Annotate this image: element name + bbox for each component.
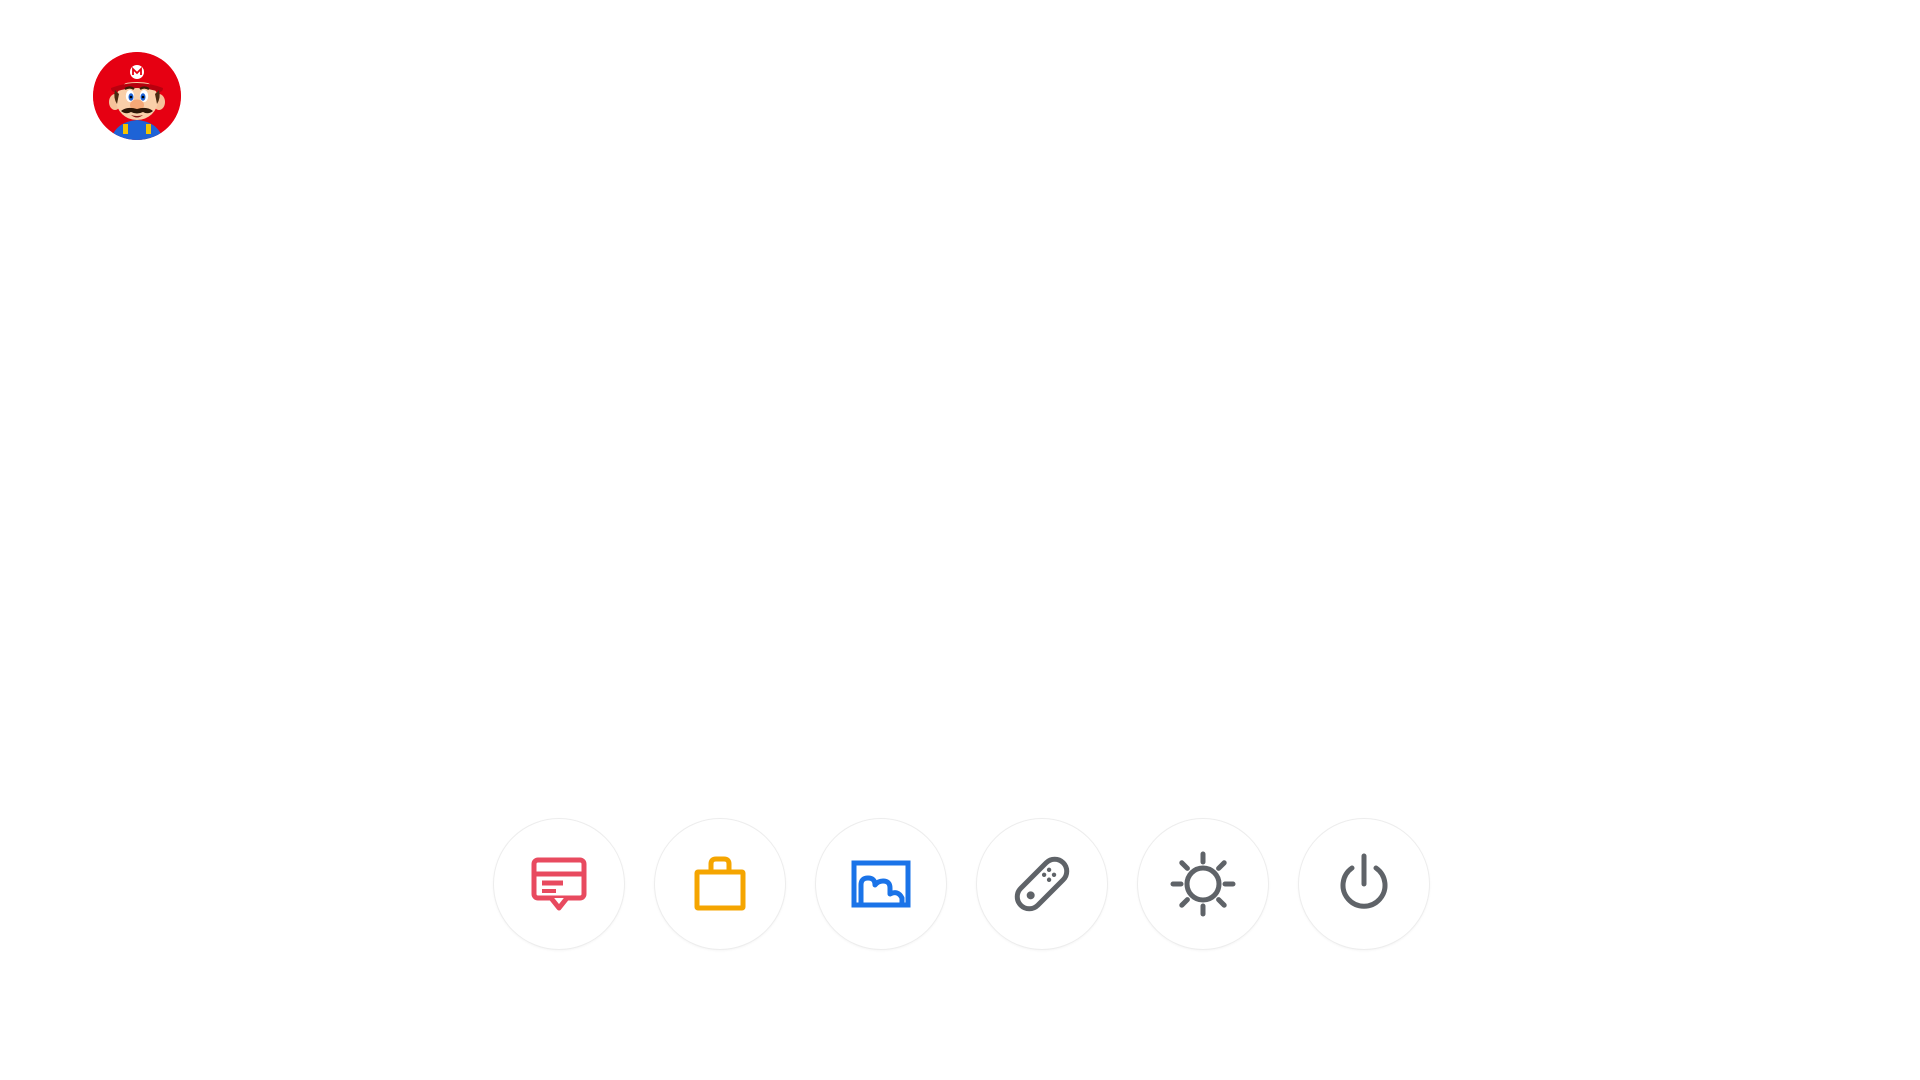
news-button[interactable]	[493, 818, 625, 950]
controllers-button[interactable]	[976, 818, 1108, 950]
settings-button[interactable]	[1137, 818, 1269, 950]
home-screen	[0, 0, 1920, 1080]
gear-icon	[1167, 848, 1239, 920]
user-avatar[interactable]	[93, 52, 181, 140]
system-dock	[493, 818, 1430, 950]
album-icon	[845, 848, 917, 920]
controller-icon	[1006, 848, 1078, 920]
shopping-bag-icon	[684, 848, 756, 920]
shop-button[interactable]	[654, 818, 786, 950]
news-icon	[523, 848, 595, 920]
power-button[interactable]	[1298, 818, 1430, 950]
power-icon	[1328, 848, 1400, 920]
mario-avatar-icon	[93, 52, 181, 140]
album-button[interactable]	[815, 818, 947, 950]
